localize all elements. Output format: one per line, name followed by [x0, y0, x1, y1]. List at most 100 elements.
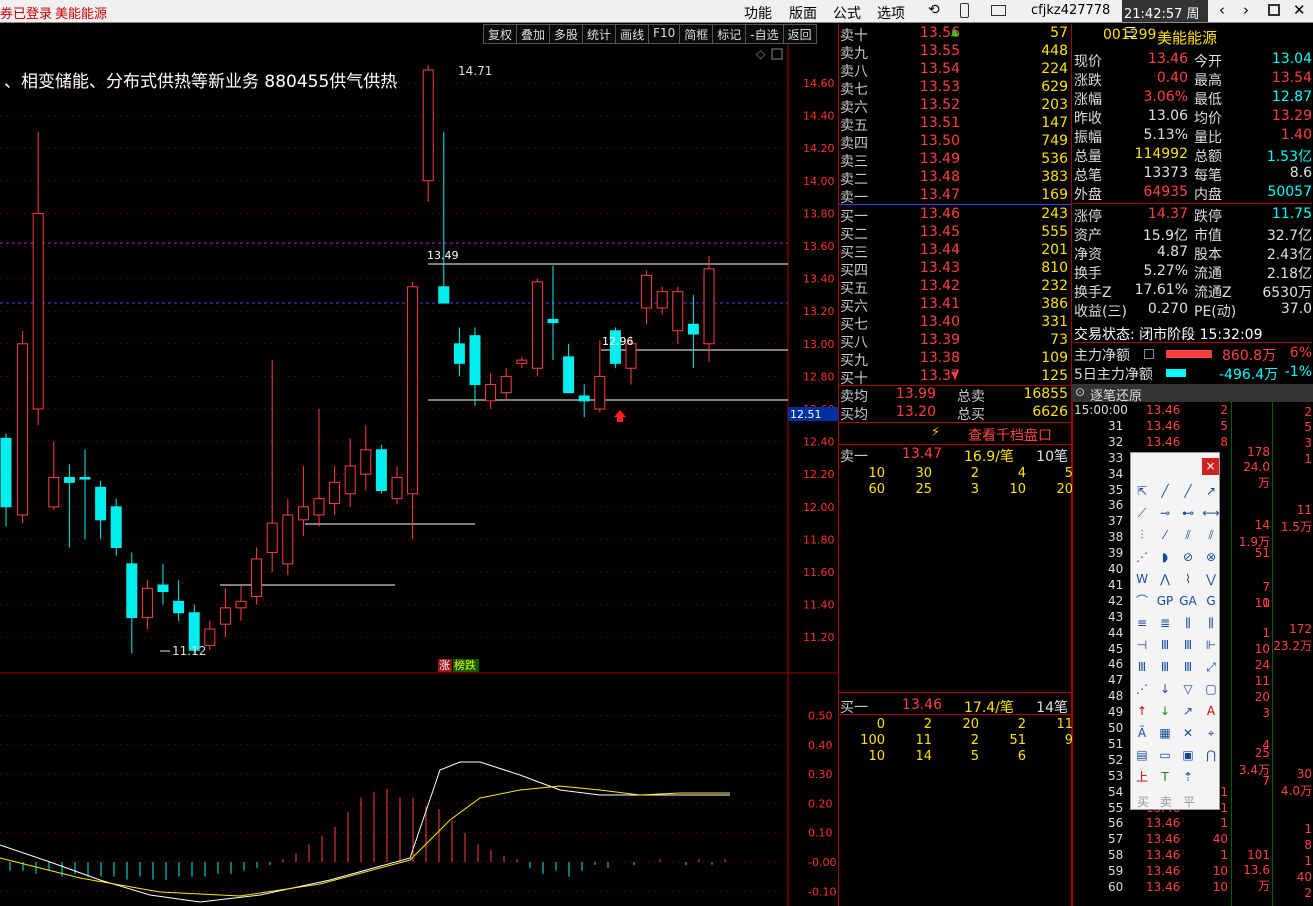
window-icon[interactable] [771, 48, 783, 60]
btn-mark[interactable]: 标记 [712, 24, 747, 44]
hray-icon[interactable]: ⊷ [1179, 504, 1197, 522]
btn-stats[interactable]: 统计 [582, 24, 617, 44]
bid-row[interactable]: 买六 13.41 386 [840, 296, 1070, 315]
btn-overlay[interactable]: 叠加 [516, 24, 551, 44]
channel-icon[interactable]: ⫽ [1179, 526, 1197, 544]
pointer-icon[interactable]: ⇱ [1133, 482, 1151, 500]
valley-icon[interactable]: ⋁ [1202, 570, 1220, 588]
segment-icon[interactable]: ╱ [1156, 482, 1174, 500]
trend-icon[interactable]: ⟋ [1133, 504, 1151, 522]
close-panel-icon[interactable]: × [1202, 458, 1219, 475]
up-arrow-icon[interactable]: ↑ [1133, 702, 1151, 720]
time-icon[interactable]: ⊩ [1202, 636, 1220, 654]
sell-arrow-icon[interactable]: ↓ [1156, 680, 1174, 698]
arc-icon[interactable]: ◗ [1156, 548, 1174, 566]
fib-fan-icon[interactable]: ⫼ [1179, 614, 1197, 632]
fib-time-icon[interactable]: Ⅲ [1179, 636, 1197, 654]
buy-arrow-icon[interactable]: ↗ [1179, 702, 1197, 720]
wave-icon[interactable]: W [1133, 570, 1151, 588]
speed-icon[interactable]: ⤢ [1202, 658, 1220, 676]
cross-icon[interactable]: ⋰ [1133, 548, 1151, 566]
bid-row[interactable]: 买九 13.38 109 [840, 350, 1070, 369]
limit-up-icon[interactable]: 上 [1133, 768, 1151, 786]
line-icon[interactable]: ╱ [1179, 482, 1197, 500]
rectangle-icon[interactable]: ▢ [1202, 680, 1220, 698]
back-arrow-icon[interactable]: ‹ [1219, 1, 1225, 19]
hline-icon[interactable]: ⊸ [1156, 504, 1174, 522]
lock-icon[interactable]: ⌖ [1202, 724, 1220, 742]
menu-layout[interactable]: 版面 [789, 3, 817, 23]
golden-icon[interactable]: Ⅲ [1156, 658, 1174, 676]
kline-chart[interactable]: 14.60 14.40 14.20 14.00 13.80 13.60 13.40 13.20… [0, 44, 838, 906]
ask-row[interactable]: 卖一 13.47 169 [840, 187, 1070, 206]
gann-box-icon[interactable]: G [1202, 592, 1220, 610]
close-icon[interactable]: ✕ [1293, 1, 1306, 19]
triangle-icon[interactable]: ▽ [1179, 680, 1197, 698]
ratio-icon[interactable]: Ⅲ [1133, 658, 1151, 676]
ellipse-icon[interactable]: ⊗ [1202, 548, 1220, 566]
diamond-icon[interactable]: ◇ [756, 47, 766, 61]
bid-row[interactable]: 买三 13.44 201 [840, 242, 1070, 261]
regression-icon[interactable]: ⋰ [1133, 680, 1151, 698]
note-icon[interactable]: ▤ [1133, 746, 1151, 764]
label-icon[interactable]: Ã [1133, 724, 1151, 742]
phone-icon[interactable] [960, 3, 969, 18]
restore-icon[interactable] [1268, 4, 1280, 16]
draw-sell[interactable]: 卖 [1160, 793, 1172, 810]
arc2-icon[interactable]: ⋂ [1202, 746, 1220, 764]
fib-arc-icon[interactable]: ⫼ [1202, 614, 1220, 632]
ruler-icon[interactable]: ▭ [1156, 746, 1174, 764]
parallel-icon[interactable]: ⫽ [1202, 526, 1220, 544]
btn-draw[interactable]: 画线 [615, 24, 650, 44]
delete-icon[interactable]: ✕ [1179, 724, 1197, 742]
ask-row[interactable]: 卖五 13.51 147 [840, 115, 1070, 134]
collapse-icon[interactable]: ⊙ [1075, 385, 1085, 399]
ask-row[interactable]: 卖三 13.49 536 [840, 151, 1070, 170]
btn-f10[interactable]: F10 [648, 24, 681, 44]
ask-row[interactable]: 卖九 13.55 448 [840, 43, 1070, 62]
top-icon[interactable]: T [1156, 768, 1174, 786]
forward-arrow-icon[interactable]: › [1243, 1, 1249, 19]
ask-row[interactable]: 卖二 13.48 383 [840, 169, 1070, 188]
calc-icon[interactable]: ▣ [1179, 746, 1197, 764]
down-arrow-icon[interactable]: ↓ [1156, 702, 1174, 720]
menu-formula[interactable]: 公式 [833, 3, 861, 23]
btn-watchlist[interactable]: -自选 [745, 24, 784, 44]
gann-fan-icon[interactable]: GP [1156, 592, 1174, 610]
ask-row[interactable]: 卖六 13.52 203 [840, 97, 1070, 116]
circle-icon[interactable]: ⊘ [1179, 548, 1197, 566]
btn-fuquan[interactable]: 复权 [483, 24, 518, 44]
rise-icon[interactable]: ⇡ [1179, 768, 1197, 786]
bid-row[interactable]: 买七 13.40 331 [840, 314, 1070, 333]
btn-return[interactable]: 返回 [782, 24, 817, 44]
gann-angle-icon[interactable]: GA [1179, 592, 1197, 610]
btn-multi[interactable]: 多股 [549, 24, 584, 44]
ask-row[interactable]: 卖七 13.53 629 [840, 79, 1070, 98]
ask-row[interactable]: 卖八 13.54 224 [840, 61, 1070, 80]
period-icon[interactable]: Ⅲ [1156, 636, 1174, 654]
menu-function[interactable]: 功能 [744, 3, 772, 23]
price-line-icon[interactable]: ⁄ [1156, 526, 1174, 544]
peak-icon[interactable]: ⋀ [1156, 570, 1174, 588]
draw-flat[interactable]: 平 [1183, 793, 1195, 810]
text-icon[interactable]: A [1202, 702, 1220, 720]
bid-row[interactable]: 买八 13.39 73 [840, 332, 1070, 351]
mail-icon[interactable] [991, 5, 1006, 16]
menu-options[interactable]: 选项 [877, 3, 905, 23]
block-icon[interactable]: ▦ [1156, 724, 1174, 742]
qianfan-link[interactable]: 查看千档盘口 [968, 425, 1052, 445]
bid-row[interactable]: 买四 13.43 810 [840, 260, 1070, 279]
fib-icon[interactable]: ≡ [1133, 614, 1151, 632]
bid-row[interactable]: 买五 13.42 232 [840, 278, 1070, 297]
btn-simple[interactable]: 简框 [679, 24, 714, 44]
ray-icon[interactable]: ↗ [1202, 482, 1220, 500]
cycle-icon[interactable]: ⊣ [1133, 636, 1151, 654]
squares-icon[interactable]: Ⅲ [1179, 658, 1197, 676]
fib-ext-icon[interactable]: ≣ [1156, 614, 1174, 632]
curve-icon[interactable]: ⌒ [1133, 592, 1151, 610]
vline-icon[interactable]: ⫶ [1133, 526, 1151, 544]
hsegment-icon[interactable]: ⟷ [1202, 504, 1220, 522]
draw-buy[interactable]: 买 [1137, 793, 1149, 810]
ask-row[interactable]: 卖四 13.50 749 [840, 133, 1070, 152]
bid-row[interactable]: 买二 13.45 555 [840, 224, 1070, 243]
